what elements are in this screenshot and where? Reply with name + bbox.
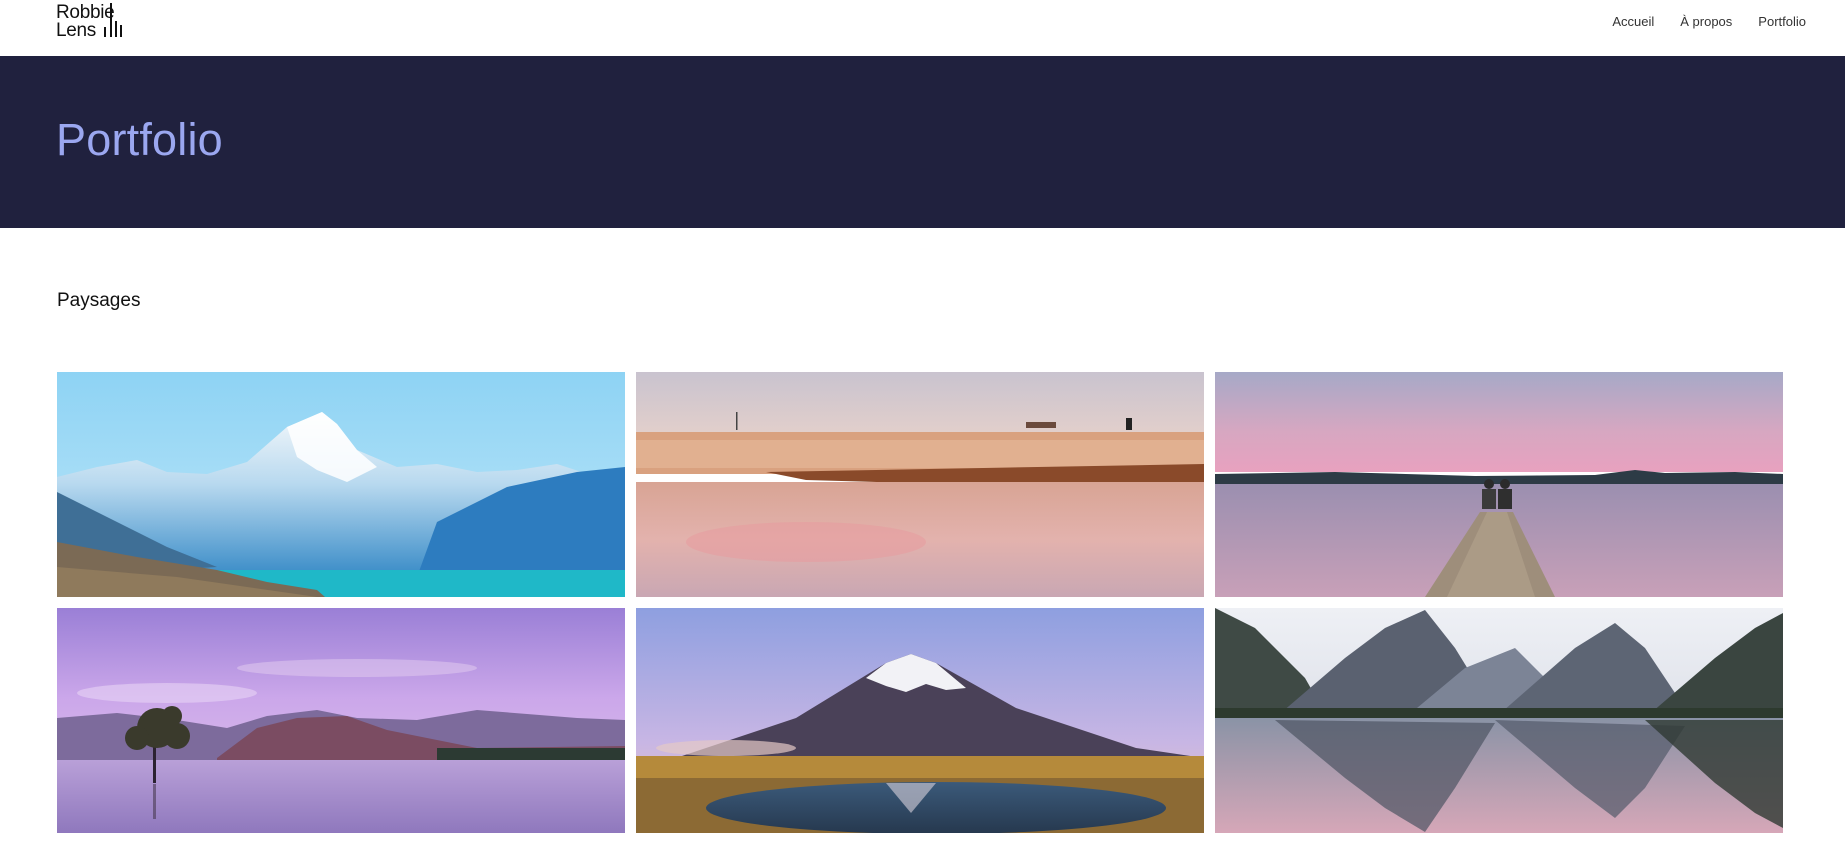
nav-link-portfolio[interactable]: Portfolio (1758, 14, 1806, 29)
gallery-photo-1[interactable] (57, 372, 625, 597)
logo-bars-icon (104, 3, 124, 37)
jetty-dusk-image (1215, 372, 1783, 597)
gallery-photo-6[interactable] (1215, 608, 1783, 833)
section-title-paysages: Paysages (57, 290, 141, 311)
mountain-lake-image (57, 372, 625, 597)
logo-text-lens: Lens (56, 20, 97, 41)
nav-link-a-propos[interactable]: À propos (1680, 14, 1732, 29)
beach-reflection-image (636, 372, 1204, 597)
main-nav: Accueil À propos Portfolio (1612, 14, 1806, 29)
volcano-reflection-image (636, 608, 1204, 833)
page-title: Portfolio (56, 114, 223, 165)
photo-gallery (57, 372, 1784, 833)
gallery-photo-3[interactable] (1215, 372, 1783, 597)
nav-link-accueil[interactable]: Accueil (1612, 14, 1654, 29)
hero-banner: Portfolio (0, 56, 1845, 228)
top-navigation-bar: Robbie Lens Accueil À propos Portfolio (0, 0, 1845, 56)
lone-tree-lake-image (57, 608, 625, 833)
gallery-photo-5[interactable] (636, 608, 1204, 833)
gallery-photo-4[interactable] (57, 608, 625, 833)
fjord-reflection-image (1215, 608, 1783, 833)
site-logo[interactable]: Robbie Lens (56, 3, 124, 41)
gallery-photo-2[interactable] (636, 372, 1204, 597)
